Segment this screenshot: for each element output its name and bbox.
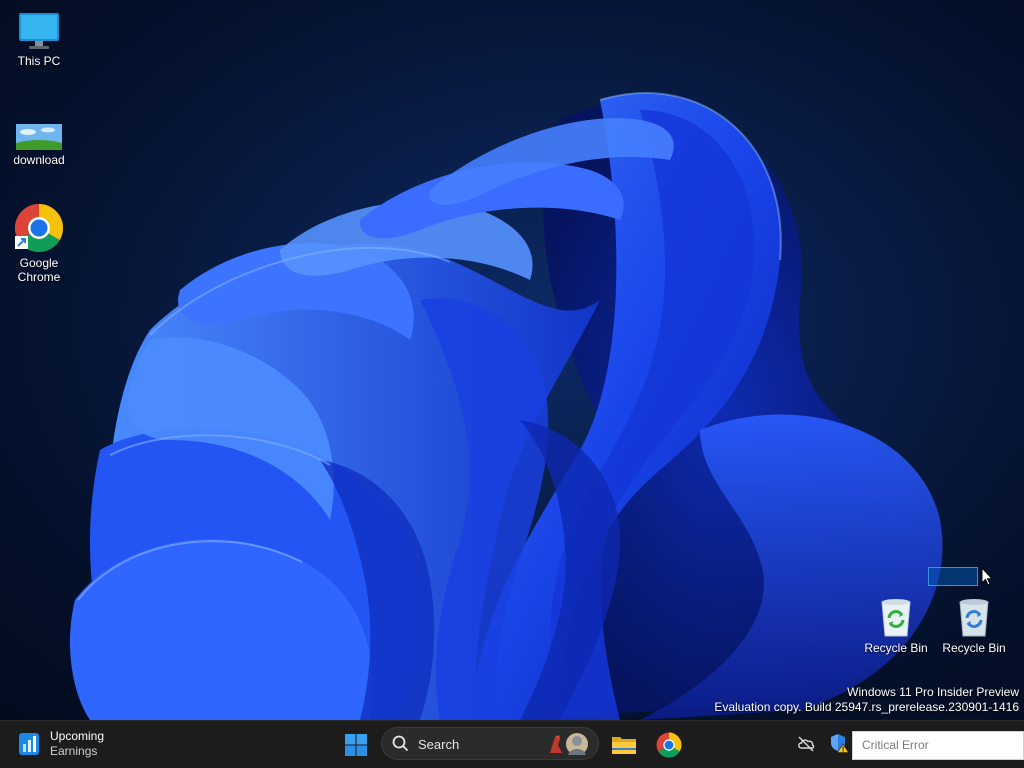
desktop-icon-label-line2: Chrome — [17, 270, 61, 284]
recycle-bin-empty-icon — [959, 599, 989, 637]
desktop-icon-label: download — [13, 153, 65, 167]
watermark-edition: Windows 11 Pro Insider Preview — [847, 685, 1019, 699]
desktop-icon-download[interactable]: download — [1, 124, 77, 167]
desktop-icon-label: Recycle Bin — [864, 641, 928, 655]
search-icon — [392, 735, 409, 752]
defender-warning-icon[interactable] — [829, 733, 849, 753]
chrome-taskbar-button[interactable] — [653, 729, 685, 761]
widget-title: Upcoming — [50, 729, 105, 743]
start-button[interactable] — [340, 729, 372, 761]
taskbar-search-box[interactable]: Search — [381, 727, 599, 760]
mouse-cursor-icon — [981, 567, 993, 586]
chart-widget-icon — [19, 733, 39, 755]
critical-error-notification[interactable]: Critical Error — [852, 731, 1024, 760]
windows-logo-icon — [345, 734, 367, 756]
desktop-icon-recycle-bin-full[interactable]: Recycle Bin — [858, 596, 934, 655]
file-explorer-button[interactable] — [608, 729, 640, 761]
desktop[interactable]: This PC download Google Chrome Recycle B… — [0, 0, 1024, 720]
desktop-icon-recycle-bin-empty[interactable]: Recycle Bin — [936, 596, 1012, 655]
folder-icon — [612, 737, 636, 754]
search-highlight-art-icon — [550, 733, 588, 755]
desktop-icon-google-chrome[interactable]: Google Chrome — [1, 203, 77, 284]
chrome-icon — [656, 732, 682, 758]
chrome-icon — [14, 204, 64, 253]
image-thumbnail-icon — [16, 124, 62, 150]
desktop-icon-this-pc[interactable]: This PC — [1, 11, 77, 68]
desktop-icon-label: Recycle Bin — [942, 641, 1006, 655]
windows-build-watermark: Windows 11 Pro Insider Preview Evaluatio… — [714, 685, 1019, 715]
search-placeholder: Search — [418, 737, 460, 752]
widget-subtitle: Earnings — [50, 744, 98, 758]
recycle-bin-full-icon — [881, 599, 911, 637]
watermark-build: Evaluation copy. Build 25947.rs_prerelea… — [714, 700, 1019, 714]
widgets-button[interactable]: Upcoming Earnings — [18, 727, 104, 761]
desktop-icon-label-line1: Google — [19, 256, 59, 270]
cloud-offline-icon[interactable] — [796, 733, 816, 753]
desktop-icon-label: This PC — [17, 54, 61, 68]
selection-rectangle — [928, 567, 978, 586]
monitor-icon — [19, 13, 59, 49]
